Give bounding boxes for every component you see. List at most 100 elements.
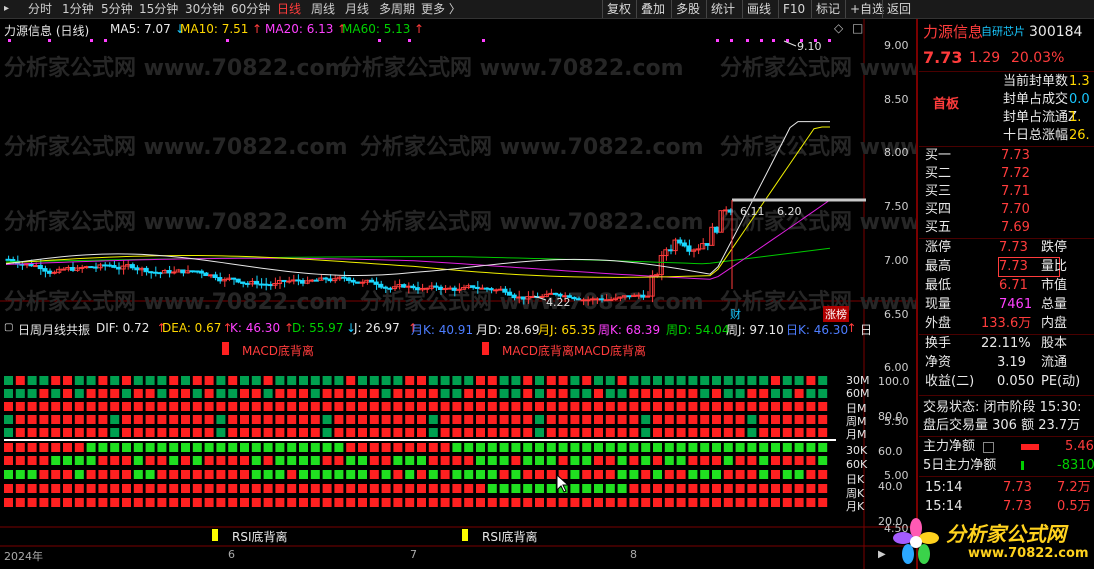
resonance-cell — [358, 415, 367, 424]
resonance-cell — [322, 456, 332, 465]
resonance-cell — [204, 484, 214, 493]
resonance-cell — [794, 428, 804, 437]
indicator-value-2: K: 46.30 — [230, 321, 281, 335]
price-tick: 7.50 — [884, 200, 909, 214]
chart-area[interactable]: 分析家公式网 www.70822.com 分析家公式网 www.70822.com… — [0, 19, 918, 569]
tick-price: 7.73 — [1003, 480, 1032, 495]
resonance-cell — [287, 415, 297, 424]
resonance-cell — [794, 402, 804, 411]
signal-dot — [90, 39, 93, 42]
candle-body — [189, 270, 195, 273]
resonance-cell — [523, 470, 533, 479]
resonance-cell — [216, 389, 226, 398]
resonance-cell — [428, 428, 438, 437]
tab-5[interactable]: 60分钟 — [231, 1, 270, 17]
resonance-cell — [558, 498, 568, 507]
finance-tag[interactable]: 财 — [730, 306, 741, 322]
resonance-cell — [263, 428, 273, 437]
toolbar-button-6[interactable]: 标记 — [811, 0, 844, 18]
collapse-icon[interactable]: ▢ — [4, 322, 13, 333]
tab-10[interactable]: 更多 〉 — [421, 1, 461, 17]
resonance-cell — [122, 484, 131, 493]
resonance-cell — [122, 498, 131, 507]
info-icon[interactable] — [983, 442, 994, 453]
price-change-pct: 20.03% — [1011, 50, 1065, 66]
resonance-cell — [251, 484, 261, 493]
resonance-cell — [476, 376, 485, 385]
resonance-cell — [605, 484, 615, 493]
resonance-cell — [299, 484, 308, 493]
resonance-cell — [558, 415, 568, 424]
resonance-cell — [688, 402, 698, 411]
toolbar-button-5[interactable]: F10 — [778, 0, 809, 18]
resonance-cell — [605, 376, 615, 385]
candle-body — [511, 294, 517, 299]
resonance-cell — [723, 470, 733, 479]
tab-9[interactable]: 多周期 — [379, 1, 415, 17]
toolbar-button-0[interactable]: 复权 — [602, 0, 635, 18]
menu-caret-icon[interactable]: ▸ — [4, 1, 9, 17]
toolbar-button-1[interactable]: 叠加 — [636, 0, 669, 18]
signal-dot — [48, 39, 51, 42]
candle-body — [56, 268, 62, 273]
tab-6[interactable]: 日线 — [277, 1, 301, 17]
square-icon[interactable]: □ — [852, 21, 863, 35]
toolbar-button-2[interactable]: 多股 — [671, 0, 704, 18]
resonance-cell — [676, 402, 686, 411]
resonance-cell — [74, 389, 84, 398]
current-price: 7.73 — [923, 48, 963, 67]
concept-tag[interactable]: 自研芯片 — [981, 21, 1025, 43]
resonance-cell — [74, 428, 84, 437]
ma-value-2: MA20: 6.13 — [265, 22, 334, 36]
scroll-right-icon[interactable]: ▶ — [878, 549, 886, 560]
resonance-cell — [369, 484, 379, 493]
resonance-cell — [63, 484, 72, 493]
tab-0[interactable]: 分时 — [28, 1, 52, 17]
resonance-cell — [747, 484, 757, 493]
resonance-cell — [617, 402, 627, 411]
resonance-cell — [735, 498, 745, 507]
resonance-cell — [818, 498, 828, 507]
candle-body — [327, 278, 333, 282]
tab-2[interactable]: 5分钟 — [101, 1, 133, 17]
candle-body — [414, 287, 421, 291]
toolbar-button-3[interactable]: 统计 — [706, 0, 739, 18]
finance-label: 换手 — [925, 336, 952, 351]
resonance-cell — [27, 443, 37, 452]
seal-value: 1.3 — [1069, 74, 1090, 89]
resonance-cell — [417, 389, 426, 398]
tab-3[interactable]: 15分钟 — [139, 1, 178, 17]
resonance-cell — [122, 415, 131, 424]
resonance-cell — [664, 402, 674, 411]
tab-4[interactable]: 30分钟 — [185, 1, 224, 17]
limit-up-tag[interactable]: 涨榜 — [823, 306, 849, 322]
resonance-cell — [476, 443, 485, 452]
stat-label: 最高 — [925, 259, 952, 274]
resonance-cell — [251, 376, 261, 385]
resonance-cell — [228, 456, 238, 465]
signal-dot — [378, 39, 381, 42]
tab-7[interactable]: 周线 — [311, 1, 335, 17]
bid-price: 7.72 — [1001, 166, 1030, 181]
candle-body — [309, 279, 315, 282]
toolbar-button-4[interactable]: 画线 — [742, 0, 775, 18]
toolbar-button-8[interactable]: 返回 — [882, 0, 915, 18]
resonance-cell — [98, 415, 108, 424]
resonance-cell — [133, 470, 143, 479]
resonance-cell — [181, 376, 190, 385]
resonance-cell — [570, 376, 580, 385]
resonance-cell — [428, 456, 438, 465]
tab-1[interactable]: 1分钟 — [62, 1, 94, 17]
resonance-cell — [712, 470, 721, 479]
resonance-cell — [299, 428, 308, 437]
resonance-cell — [393, 376, 403, 385]
resonance-cell — [818, 389, 828, 398]
resonance-cell — [405, 389, 415, 398]
tab-8[interactable]: 月线 — [345, 1, 369, 17]
main-net5-bar — [1021, 461, 1024, 470]
resonance-cell — [275, 389, 285, 398]
resonance-cell — [133, 402, 143, 411]
diamond-icon[interactable]: ◇ — [834, 21, 843, 35]
bid-price: 7.71 — [1001, 184, 1030, 199]
resonance-cell — [157, 443, 167, 452]
